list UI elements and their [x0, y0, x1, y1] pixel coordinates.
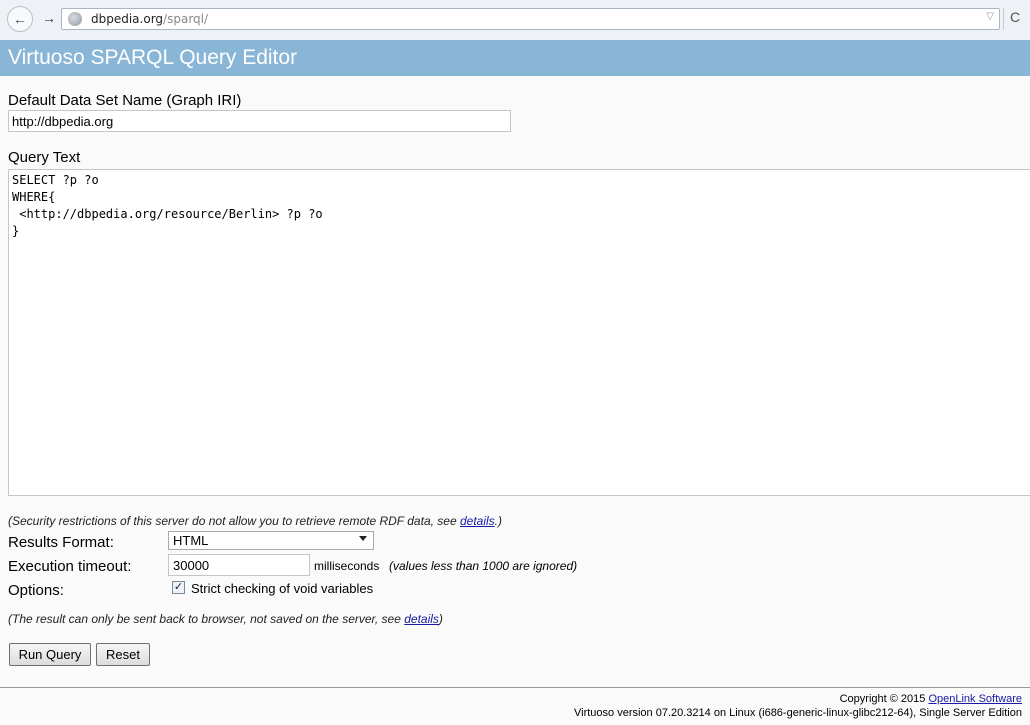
query-textarea[interactable]: SELECT ?p ?o WHERE{ <http://dbpedia.org/… [8, 169, 1030, 496]
globe-icon [68, 12, 82, 26]
results-format-select[interactable]: HTML [168, 531, 374, 550]
graph-iri-label: Default Data Set Name (Graph IRI) [8, 92, 242, 109]
strict-checking-label[interactable]: Strict checking of void variables [191, 581, 373, 596]
openlink-software-link[interactable]: OpenLink Software [928, 693, 1022, 705]
timeout-unit: milliseconds [314, 559, 380, 573]
options-label: Options: [8, 582, 64, 599]
result-note: (The result can only be sent back to bro… [8, 612, 443, 626]
url-text[interactable]: dbpedia.org/sparql/ [91, 12, 208, 26]
version-line: Virtuoso version 07.20.3214 on Linux (i6… [573, 707, 1022, 719]
toolbar-divider [1003, 8, 1004, 30]
footer-divider [0, 687, 1030, 688]
copyright-prefix: Copyright © 2015 [839, 693, 929, 705]
strict-checking-checkbox[interactable]: ✓ [172, 581, 185, 594]
security-note: (Security restrictions of this server do… [8, 514, 502, 528]
timeout-input[interactable] [168, 554, 310, 576]
graph-iri-input[interactable] [8, 110, 511, 132]
back-arrow-icon[interactable]: ← [7, 6, 33, 32]
page-title: Virtuoso SPARQL Query Editor [8, 46, 298, 69]
result-details-link[interactable]: details [404, 612, 439, 626]
footer: Copyright © 2015 OpenLink Software Virtu… [574, 692, 1022, 720]
execution-timeout-label: Execution timeout: [8, 558, 132, 575]
url-host: dbpedia.org [91, 12, 164, 26]
run-query-button[interactable]: Run Query [9, 643, 91, 666]
chevron-down-icon [359, 536, 367, 541]
query-text-label: Query Text [8, 149, 81, 166]
security-details-link[interactable]: details [460, 514, 495, 528]
results-format-value: HTML [173, 533, 209, 548]
result-note-prefix: (The result can only be sent back to bro… [8, 612, 405, 626]
result-note-suffix: ) [438, 612, 443, 626]
address-bar[interactable]: dbpedia.org/sparql/ ▽ [61, 8, 1000, 30]
security-note-suffix: .) [494, 514, 502, 528]
copyright-line: Copyright © 2015 OpenLink Software [574, 692, 1022, 706]
reload-icon[interactable]: C [1010, 9, 1020, 25]
results-format-label: Results Format: [8, 534, 114, 551]
browser-toolbar: ← → dbpedia.org/sparql/ ▽ C [0, 0, 1030, 41]
dropdown-triangle-icon[interactable]: ▽ [986, 11, 994, 22]
page-header: Virtuoso SPARQL Query Editor [0, 40, 1030, 76]
reset-button[interactable]: Reset [96, 643, 150, 666]
timeout-hint: (values less than 1000 are ignored) [389, 559, 578, 573]
url-path: /sparql/ [163, 12, 209, 26]
security-note-prefix: (Security restrictions of this server do… [8, 514, 460, 528]
forward-arrow-icon[interactable]: → [38, 8, 60, 30]
